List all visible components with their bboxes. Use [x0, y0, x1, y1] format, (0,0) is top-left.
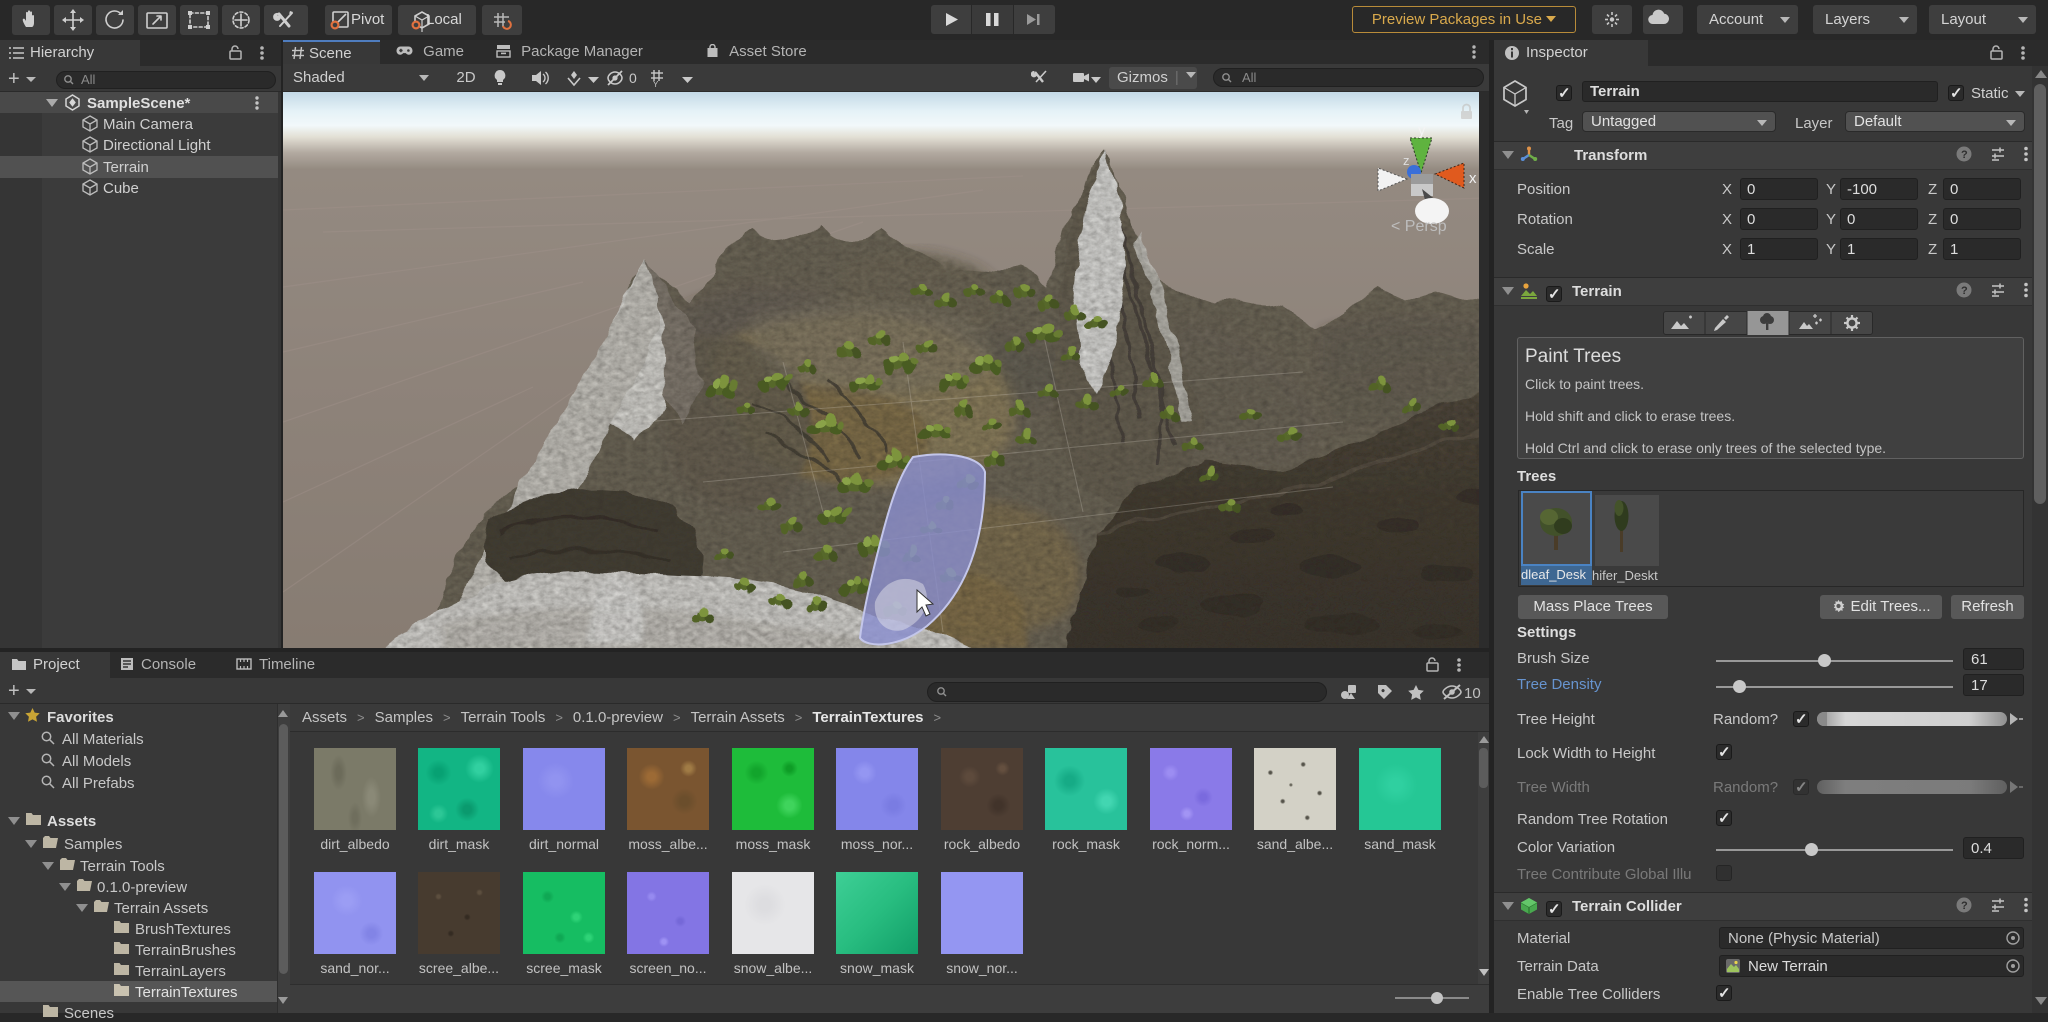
svg-text:?: ?: [1961, 285, 1968, 297]
svg-text:0: 0: [629, 70, 637, 86]
svg-text:< Persp: < Persp: [1391, 218, 1447, 235]
svg-text:?: ?: [1961, 900, 1968, 912]
svg-text:10: 10: [1464, 685, 1481, 702]
svg-text:z: z: [1403, 153, 1410, 168]
svg-text:Y: Y: [653, 80, 659, 89]
svg-text:y: y: [1418, 122, 1426, 139]
svg-text:?: ?: [1961, 149, 1968, 161]
svg-text:x: x: [1469, 170, 1477, 187]
